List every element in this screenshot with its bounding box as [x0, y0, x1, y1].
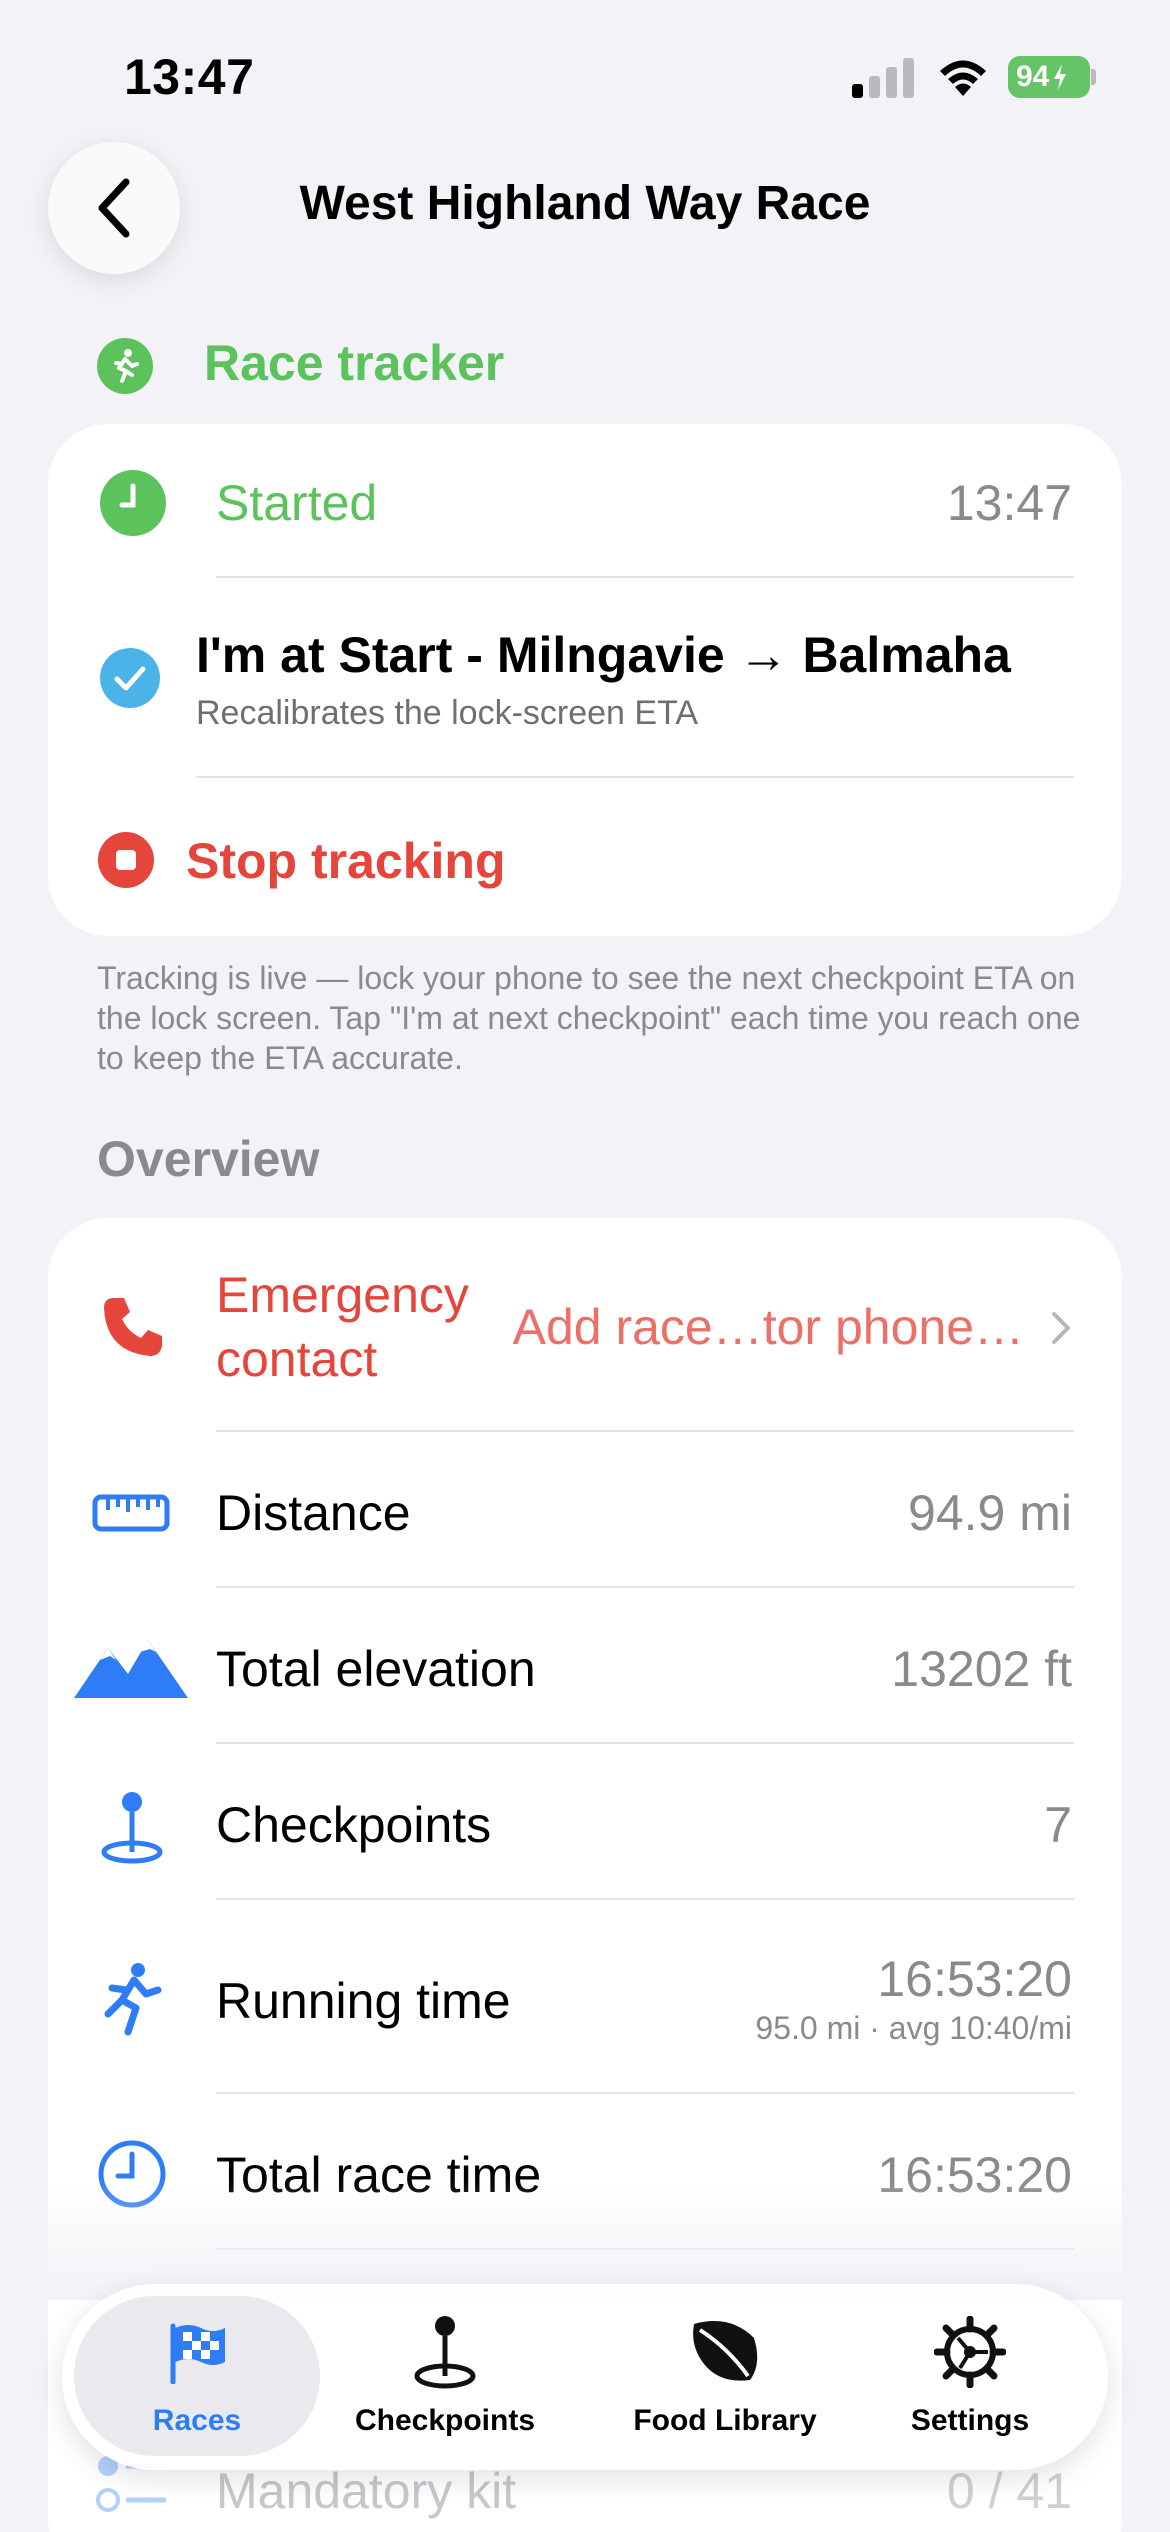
emergency-label-line1: Emergency: [216, 1267, 469, 1323]
stop-tracking-label: Stop tracking: [186, 833, 506, 889]
started-time: 13:47: [946, 475, 1072, 531]
tab-food-library-label: Food Library: [633, 2404, 817, 2437]
page-title: West Highland Way Race: [299, 177, 871, 230]
tab-checkpoints[interactable]: Checkpoints: [330, 2296, 560, 2456]
elevation-value: 13202 ft: [891, 1641, 1072, 1697]
tab-settings-label: Settings: [910, 2404, 1030, 2437]
tab-food-library[interactable]: Food Library: [610, 2296, 840, 2456]
battery-level: 94: [1016, 60, 1050, 93]
separator: [216, 2092, 1074, 2094]
separator: [216, 1586, 1074, 1588]
checkpoint-title: I'm at Start - Milngavie → Balmaha: [196, 627, 1011, 683]
mountains-icon: [74, 1640, 188, 1698]
gear-icon: [934, 2316, 1006, 2388]
tracking-footnote: Tracking is live — lock your phone to se…: [97, 960, 1081, 1076]
mandatory-kit-value: 0 / 41: [946, 2463, 1072, 2519]
tab-races-label: Races: [152, 2404, 242, 2437]
map-pin-icon: [414, 2316, 476, 2389]
tab-races[interactable]: Races: [74, 2296, 320, 2456]
separator: [216, 1898, 1074, 1900]
clock-icon: [100, 470, 166, 536]
checkmark-circle-icon: [100, 648, 160, 708]
distance-label: Distance: [216, 1485, 411, 1541]
leaf-icon: [693, 2321, 758, 2381]
overview-header: Overview: [97, 1131, 320, 1187]
distance-value: 94.9 mi: [908, 1485, 1072, 1541]
stop-circle-icon: [98, 832, 154, 888]
separator: [216, 1430, 1074, 1432]
chevron-right-icon: [1052, 1312, 1070, 1344]
separator: [216, 1742, 1074, 1744]
ruler-icon: [92, 1494, 170, 1532]
elevation-label: Total elevation: [216, 1641, 536, 1697]
checkpoints-label: Checkpoints: [216, 1797, 492, 1853]
running-time-subtitle: 95.0 mi · avg 10:40/mi: [755, 2010, 1072, 2046]
mandatory-kit-label: Mandatory kit: [216, 2463, 517, 2519]
race-tracker-header: Race tracker: [204, 335, 505, 391]
emergency-label-line2: contact: [216, 1331, 378, 1387]
emergency-value: Add race…tor phone…: [512, 1299, 1024, 1355]
tab-checkpoints-label: Checkpoints: [354, 2404, 536, 2437]
wifi-icon: [940, 60, 986, 96]
running-time-label: Running time: [216, 1973, 511, 2029]
checkpoints-value: 7: [1044, 1797, 1072, 1853]
runner-badge-icon: [97, 338, 153, 394]
tab-settings[interactable]: Settings: [860, 2296, 1080, 2456]
checkpoint-subtitle: Recalibrates the lock-screen ETA: [196, 694, 699, 732]
scroll-fade: [0, 2180, 1170, 2300]
charging-bolt-icon: [1054, 64, 1067, 90]
running-icon: [104, 1963, 162, 2036]
battery-nub: [1091, 69, 1096, 85]
map-pin-icon: [101, 1792, 163, 1864]
battery-indicator: 94: [1008, 56, 1090, 98]
checkered-flag-icon: [170, 2323, 225, 2384]
phone-icon: [104, 1298, 162, 1356]
status-time: 13:47: [124, 49, 255, 105]
running-time-value: 16:53:20: [877, 1951, 1072, 2007]
started-label: Started: [216, 475, 378, 531]
signal-icon: [852, 58, 914, 98]
